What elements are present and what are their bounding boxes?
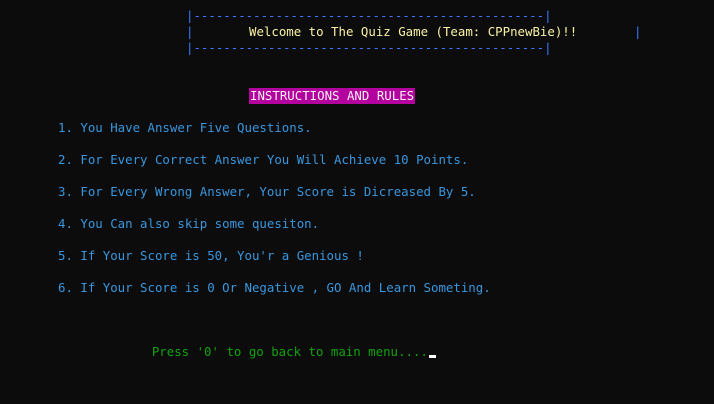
- rule-item: 1. You Have Answer Five Questions.: [58, 120, 312, 135]
- rule-item: 2. For Every Correct Answer You Will Ach…: [58, 152, 469, 167]
- banner-top-border: |---------------------------------------…: [186, 8, 552, 23]
- rule-item: 6. If Your Score is 0 Or Negative , GO A…: [58, 280, 491, 295]
- rule-item: 3. For Every Wrong Answer, Your Score is…: [58, 184, 476, 199]
- rule-item: 5. If Your Score is 50, You'r a Genious …: [58, 248, 364, 263]
- back-prompt-line: Press '0' to go back to main menu....: [122, 328, 436, 376]
- instructions-heading: INSTRUCTIONS AND RULES: [249, 88, 416, 104]
- rule-item: 4. You Can also skip some quesiton.: [58, 216, 320, 231]
- welcome-title: Welcome to The Quiz Game (Team: CPPnewBi…: [249, 24, 578, 39]
- banner-right-border: |: [634, 24, 642, 39]
- text-cursor[interactable]: [428, 355, 436, 358]
- banner-left-border: |: [186, 24, 194, 39]
- back-to-menu-prompt: Press '0' to go back to main menu....: [151, 344, 428, 359]
- banner-bottom-border: |---------------------------------------…: [186, 40, 552, 55]
